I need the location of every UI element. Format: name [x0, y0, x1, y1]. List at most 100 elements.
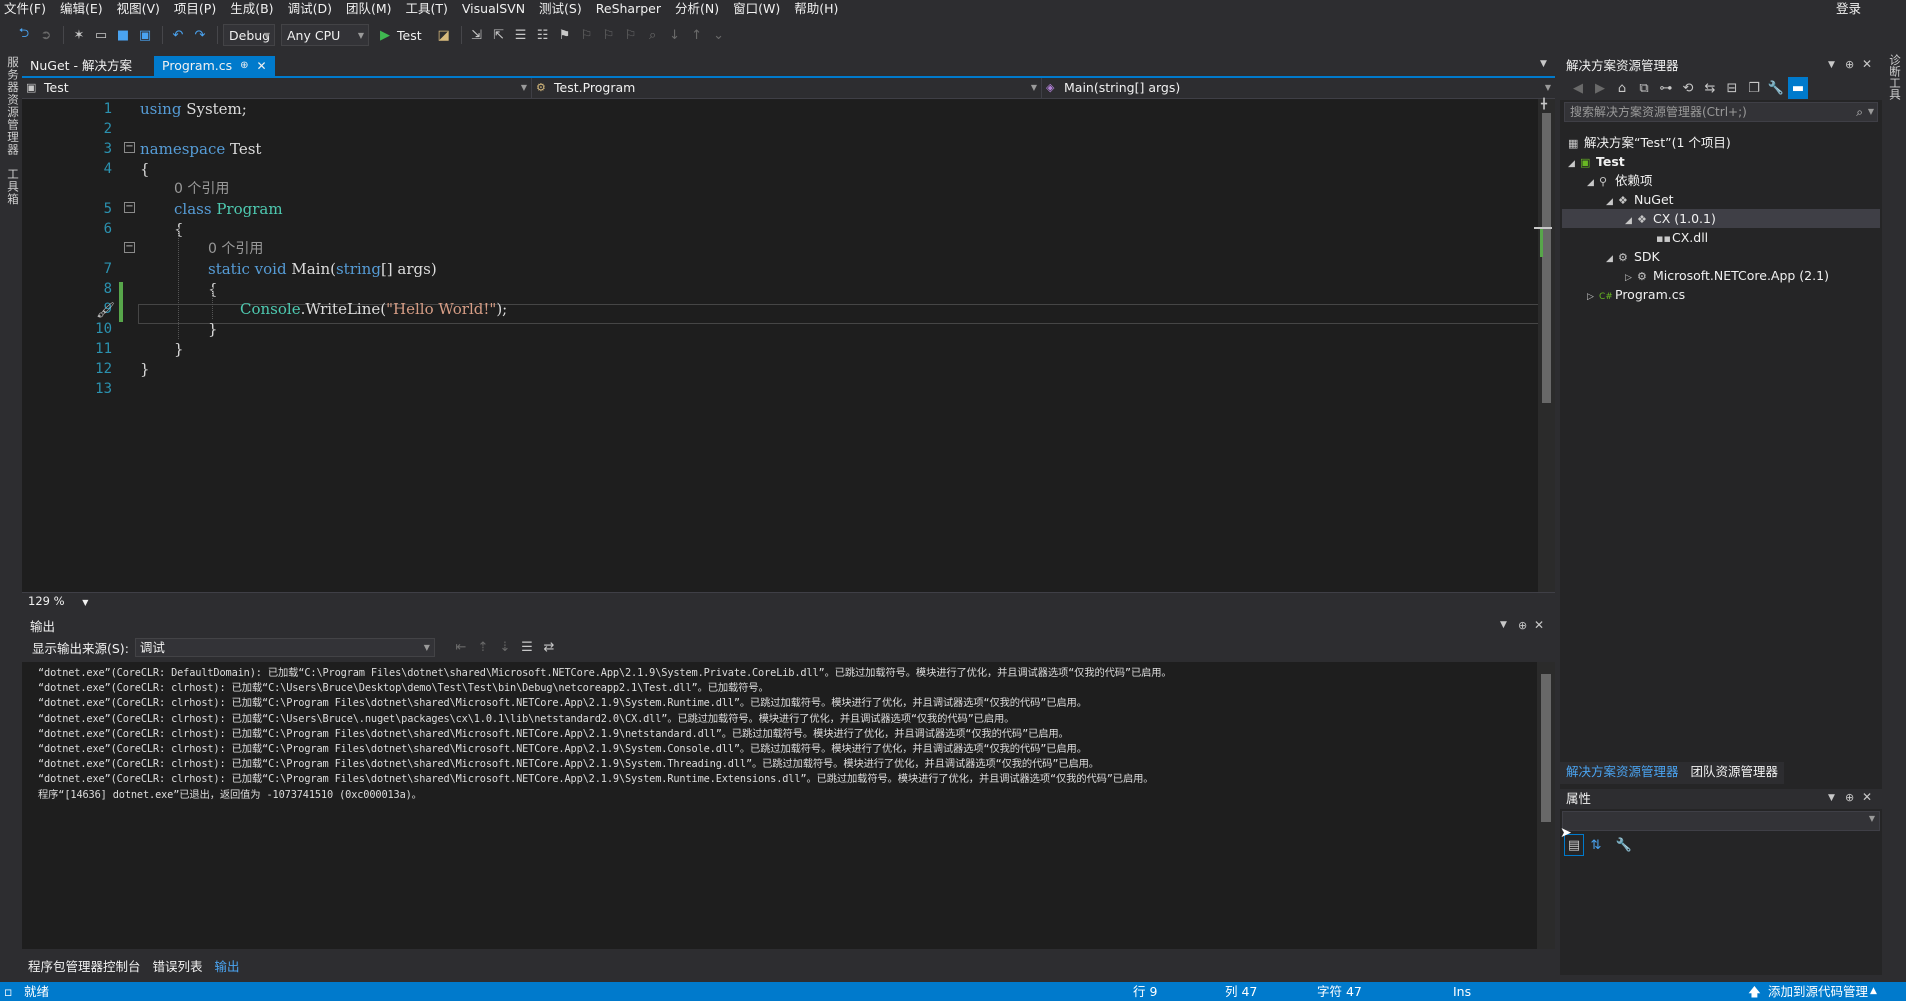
- prev-bookmark-icon[interactable]: ⚐: [577, 24, 597, 46]
- tab-program-cs[interactable]: Program.cs ⊕ ✕: [154, 56, 275, 76]
- tree-item-cx-dll[interactable]: ▪▪CX.dll: [1656, 228, 1708, 247]
- member-dropdown[interactable]: ◈ Main(string[] args) ▼: [1042, 78, 1555, 99]
- sync-icon[interactable]: ⇆: [1700, 77, 1720, 99]
- next-message-icon[interactable]: ⇣: [495, 636, 515, 658]
- chevron-up-icon[interactable]: ▲: [1870, 982, 1877, 1001]
- find-message-icon[interactable]: ⇤: [451, 636, 471, 658]
- fold-toggle-icon[interactable]: −: [124, 242, 135, 253]
- pin-icon[interactable]: ⊕: [240, 56, 248, 76]
- pin-icon[interactable]: ⊕: [1845, 58, 1854, 71]
- outdent-icon[interactable]: ☷: [533, 24, 553, 46]
- tree-item-project[interactable]: ◢ ▣ Test: [1568, 152, 1625, 171]
- tree-item-netcore-app[interactable]: ▷ ⚙ Microsoft.NETCore.App (2.1): [1625, 266, 1829, 285]
- output-text-area[interactable]: “dotnet.exe”(CoreCLR: DefaultDomain): 已加…: [22, 662, 1537, 949]
- pin-icon[interactable]: ⊕: [1518, 619, 1527, 632]
- tab-output[interactable]: 输出: [209, 957, 246, 977]
- preview-icon[interactable]: ▬: [1788, 77, 1808, 99]
- expanded-arrow-icon[interactable]: ◢: [1606, 250, 1618, 269]
- object-selector-dropdown[interactable]: ▼: [1562, 811, 1880, 831]
- history-icon[interactable]: ⟲: [1678, 77, 1698, 99]
- tab-package-manager-console[interactable]: 程序包管理器控制台: [22, 957, 147, 977]
- tab-nuget[interactable]: NuGet - 解决方案: [22, 56, 140, 76]
- toolbox-tab[interactable]: 工具箱: [5, 168, 21, 206]
- solution-search-input[interactable]: 搜索解决方案资源管理器(Ctrl+;) ⌕ ▼: [1564, 102, 1878, 122]
- home-icon[interactable]: ⌂: [1612, 77, 1632, 99]
- editor-horizontal-scrollbar[interactable]: [92, 593, 1530, 608]
- fold-toggle-icon[interactable]: −: [124, 142, 135, 153]
- browser-link-icon[interactable]: ◪: [434, 24, 454, 46]
- sign-in-link[interactable]: 登录: [1836, 0, 1861, 18]
- alphabetical-icon[interactable]: ⇅: [1586, 834, 1606, 856]
- project-dropdown[interactable]: ▣ Test ▼: [22, 78, 532, 99]
- pin-icon[interactable]: ⊕: [1845, 791, 1854, 804]
- close-icon[interactable]: ✕: [1862, 57, 1872, 71]
- panel-menu-icon[interactable]: ▼: [1500, 620, 1507, 630]
- menu-window[interactable]: 窗口(W): [729, 0, 790, 18]
- menu-debug[interactable]: 调试(D): [284, 0, 342, 18]
- clear-bookmarks-icon[interactable]: ⚐: [621, 24, 641, 46]
- close-icon[interactable]: ✕: [257, 56, 267, 76]
- menu-team[interactable]: 团队(M): [342, 0, 402, 18]
- tab-error-list[interactable]: 错误列表: [147, 957, 209, 977]
- chevron-down-icon[interactable]: ▼: [82, 598, 88, 607]
- customize-toolbar-icon[interactable]: ⌄: [709, 24, 729, 46]
- server-explorer-tab[interactable]: 服务器资源管理器: [5, 56, 21, 156]
- menu-build[interactable]: 生成(B): [226, 0, 283, 18]
- menu-resharper[interactable]: ReSharper: [592, 0, 671, 18]
- show-all-files-icon[interactable]: ❐: [1744, 77, 1764, 99]
- arrow-down-icon[interactable]: ↓: [665, 24, 685, 46]
- redo-icon[interactable]: ↷: [190, 24, 210, 46]
- expanded-arrow-icon[interactable]: ◢: [1587, 174, 1599, 193]
- add-to-source-control-button[interactable]: 添加到源代码管理: [1768, 982, 1868, 1001]
- tree-item-dependencies[interactable]: ◢ ⚲ 依赖项: [1587, 171, 1653, 190]
- split-icon[interactable]: ╋: [1541, 99, 1547, 110]
- back-icon[interactable]: ⮌: [14, 24, 34, 46]
- diagnostic-tools-tab[interactable]: 诊断工具: [1887, 54, 1903, 100]
- save-icon[interactable]: ■: [113, 24, 133, 46]
- close-icon[interactable]: ✕: [1534, 618, 1544, 632]
- undo-icon[interactable]: ↶: [168, 24, 188, 46]
- menu-file[interactable]: 文件(F): [0, 0, 56, 18]
- scrollbar-thumb[interactable]: [1542, 113, 1551, 403]
- indent-icon[interactable]: ☰: [511, 24, 531, 46]
- output-source-dropdown[interactable]: 调试 ▼: [134, 637, 435, 657]
- step-into-icon[interactable]: ⇲: [467, 24, 487, 46]
- codelens-references[interactable]: 0 个引用: [208, 239, 263, 259]
- properties-wrench-icon[interactable]: 🔧: [1766, 77, 1786, 99]
- type-dropdown[interactable]: ⚙ Test.Program ▼: [532, 78, 1042, 99]
- back-icon[interactable]: ◀: [1568, 77, 1588, 99]
- menu-help[interactable]: 帮助(H): [790, 0, 848, 18]
- save-all-icon[interactable]: ▣: [135, 24, 155, 46]
- open-file-icon[interactable]: ▭: [91, 24, 111, 46]
- tab-solution-explorer[interactable]: 解决方案资源管理器: [1560, 762, 1685, 782]
- forward-icon[interactable]: ➲: [36, 24, 56, 46]
- panel-menu-icon[interactable]: ▼: [1828, 793, 1835, 803]
- quick-action-brush-icon[interactable]: 🖌: [96, 301, 115, 319]
- tree-item-nuget[interactable]: ◢ ❖ NuGet: [1606, 190, 1674, 209]
- collapsed-arrow-icon[interactable]: ▷: [1587, 288, 1599, 307]
- expanded-arrow-icon[interactable]: ◢: [1606, 193, 1618, 212]
- word-wrap-icon[interactable]: ⇄: [539, 636, 559, 658]
- code-editor[interactable]: 1 2 3 4 5 6 7 8 9 10 11 12 13 🖌 − − − us…: [22, 99, 1555, 592]
- forward-icon[interactable]: ▶: [1590, 77, 1610, 99]
- tree-item-sdk[interactable]: ◢ ⚙ SDK: [1606, 247, 1660, 266]
- tab-team-explorer[interactable]: 团队资源管理器: [1685, 762, 1785, 782]
- tree-item-program-cs[interactable]: ▷ C# Program.cs: [1587, 285, 1685, 304]
- menu-analyze[interactable]: 分析(N): [671, 0, 729, 18]
- clear-all-icon[interactable]: ☰: [517, 636, 537, 658]
- expanded-arrow-icon[interactable]: ◢: [1625, 212, 1637, 231]
- panel-menu-icon[interactable]: ▼: [1828, 60, 1835, 70]
- step-over-icon[interactable]: ⇱: [489, 24, 509, 46]
- new-project-icon[interactable]: ✶: [69, 24, 89, 46]
- solution-config-dropdown[interactable]: Debug ▼: [223, 24, 275, 46]
- menu-test[interactable]: 测试(S): [535, 0, 592, 18]
- menu-visualsvn[interactable]: VisualSVN: [458, 0, 535, 18]
- collapse-all-icon[interactable]: ⊟: [1722, 77, 1742, 99]
- fold-toggle-icon[interactable]: −: [124, 202, 135, 213]
- pending-changes-icon[interactable]: ⊶: [1656, 77, 1676, 99]
- menu-tools[interactable]: 工具(T): [402, 0, 458, 18]
- arrow-up-icon[interactable]: ↑: [687, 24, 707, 46]
- codelens-references[interactable]: 0 个引用: [174, 179, 229, 199]
- bookmark-icon[interactable]: ⚑: [555, 24, 575, 46]
- tree-item-cx-package[interactable]: ◢ ❖ CX (1.0.1): [1625, 209, 1716, 228]
